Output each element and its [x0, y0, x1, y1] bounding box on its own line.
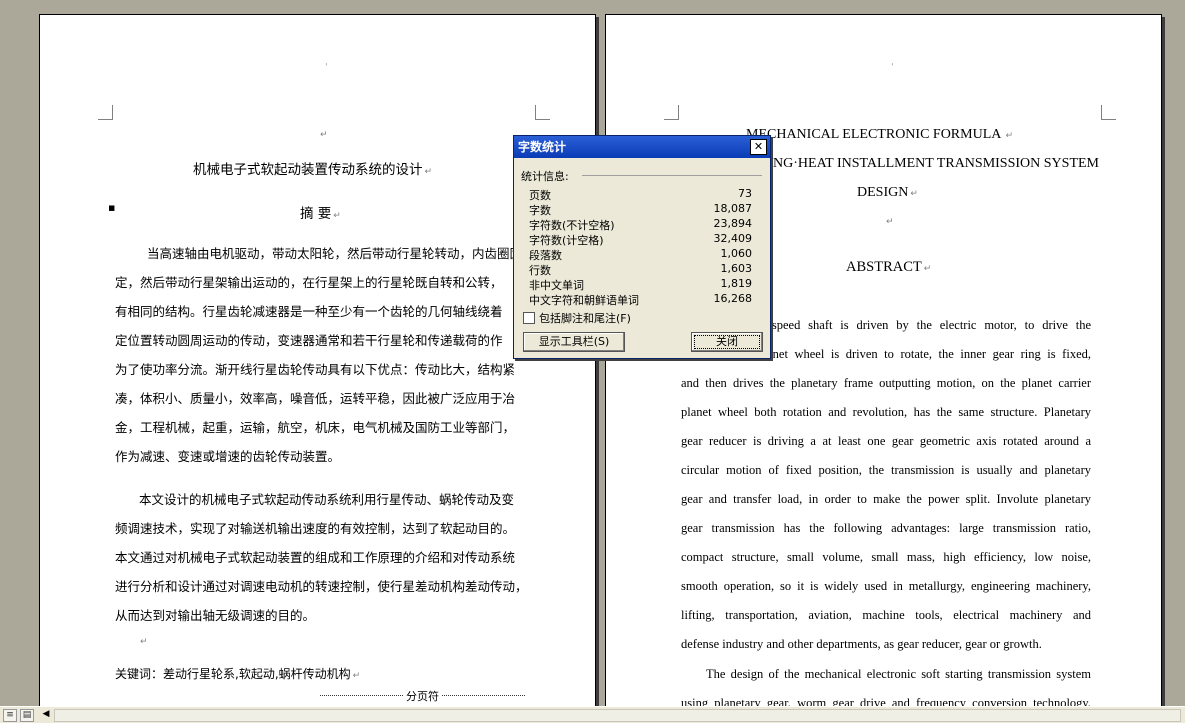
doc-title-en-line1: MECHANICAL ELECTRONIC FORMULA ↵: [746, 127, 1014, 142]
text-line: lifting, transportation, aviation, machi…: [681, 608, 1091, 622]
doc-title-en-line2: STARTING·HEAT INSTALLMENT TRANSMISSION S…: [726, 156, 1099, 171]
show-toolbar-button[interactable]: 显示工具栏(S): [523, 332, 625, 352]
stat-value: 32,409: [713, 232, 753, 245]
stat-row: 字符数(计空格) 32,409: [529, 232, 752, 247]
stat-label: 页数: [529, 189, 551, 202]
stats-group-label: 统计信息:: [521, 170, 569, 183]
stat-label: 中文字符和朝鲜语单词: [529, 294, 639, 307]
header-mark: ˌ: [325, 57, 328, 67]
text-line: gear transmission has the following adva…: [681, 521, 1091, 535]
text-line: planet wheel both rotation and revolutio…: [681, 405, 1091, 419]
stat-row: 行数 1,603: [529, 262, 752, 277]
text-line: The design of the mechanical electronic …: [706, 667, 1091, 681]
paragraph-mark: ↵: [140, 637, 148, 647]
stat-row: 字符数(不计空格) 23,894: [529, 217, 752, 232]
text-line: 本文设计的机械电子式软起动传动系统利用行星传动、蜗轮传动及变: [139, 492, 515, 507]
text-line: gear reducer is driving a at least one g…: [681, 434, 1091, 448]
text-line: 从而达到对输出轴无级调速的目的。: [115, 608, 316, 623]
stat-value: 1,060: [720, 247, 753, 260]
close-button[interactable]: 关闭: [691, 332, 763, 352]
stat-label: 字数: [529, 204, 551, 217]
stat-row: 页数 73: [529, 187, 752, 202]
text-line: smooth operation, so it is widely used i…: [681, 579, 1091, 593]
stat-label: 行数: [529, 264, 551, 277]
document-page-right[interactable]: ˌ MECHANICAL ELECTRONIC FORMULA ↵ STARTI…: [605, 14, 1162, 706]
stat-row: 段落数 1,060: [529, 247, 752, 262]
dialog-title: 字数统计: [518, 140, 567, 154]
paragraph-mark: ↵: [886, 217, 894, 227]
text-line: and then drives the planetary frame outp…: [681, 376, 1091, 390]
crop-mark-tr: [1101, 105, 1116, 120]
stat-row: 字数 18,087: [529, 202, 752, 217]
scroll-left-arrow-icon[interactable]: ◀: [40, 708, 52, 721]
text-line: 金，工程机械，起重，运输，航空，机床，电气机械及国防工业等部门，: [115, 420, 516, 435]
page-break-marker: 分页符: [320, 690, 525, 706]
text-line: gear and transfer load, in order to make…: [681, 492, 1091, 506]
text-line: 当高速轴由电机驱动，带动太阳轮，然后带动行星轮转动，内齿圈固: [147, 246, 523, 261]
crop-mark-tr: [535, 105, 550, 120]
keywords-line: 关键词：差动行星轮系,软起动,蜗杆传动机构 ↵: [115, 667, 361, 681]
close-icon[interactable]: ✕: [750, 139, 767, 155]
text-line: defense industry and other departments, …: [681, 637, 1042, 651]
stat-value: 16,268: [713, 292, 753, 305]
stat-row: 非中文单词 1,819: [529, 277, 752, 292]
paragraph-mark: ↵: [320, 130, 328, 140]
web-view-icon[interactable]: ▤: [20, 709, 34, 722]
stat-value: 18,087: [713, 202, 753, 215]
abstract-heading-en: ABSTRACT ↵: [846, 259, 932, 275]
text-line: circular motion of fixed position, the t…: [681, 463, 1091, 477]
group-divider: [582, 175, 762, 176]
text-line: 有相同的结构。行星齿轮减速器是一种至少有一个齿轮的几何轴线绕着: [115, 304, 503, 319]
doc-title-cn: 机械电子式软起动装置传动系统的设计 ↵: [193, 162, 433, 178]
text-line: using planetary gear, worm gear drive an…: [681, 696, 1091, 706]
text-line: 定，然后带动行星架输出运动的，在行星架上的行星轮既自转和公转，: [115, 275, 503, 290]
include-footnotes-label[interactable]: 包括脚注和尾注(F): [539, 310, 631, 326]
text-line: 为了使功率分流。渐开线行星齿轮传动具有以下优点：传动比大，结构紧: [115, 362, 516, 377]
doc-title-en-line3: DESIGN ↵: [857, 185, 918, 200]
abstract-heading-cn: 摘 要 ↵: [300, 206, 341, 222]
dialog-titlebar[interactable]: 字数统计 ✕: [514, 136, 770, 158]
text-line: 本文通过对机械电子式软起动装置的组成和工作原理的介绍和对传动系统: [115, 550, 516, 565]
stat-value: 1,819: [720, 277, 753, 290]
horizontal-scrollbar[interactable]: [54, 709, 1181, 722]
document-page-left[interactable]: ˌ ↵ 机械电子式软起动装置传动系统的设计 ↵ ▪ 摘 要 ↵ 当高速轴由电机驱动，…: [39, 14, 596, 706]
stat-row: 中文字符和朝鲜语单词 16,268: [529, 292, 752, 307]
bottom-bar: ≡ ▤ ◀: [0, 706, 1185, 723]
normal-view-icon[interactable]: ≡: [3, 709, 17, 722]
text-line: 进行分析和设计通过对调速电动机的转速控制，使行星差动机构差动传动，: [115, 579, 528, 594]
text-line: 凑，体积小、质量小，效率高，噪音低，运转平稳，因此被广泛应用于冶: [115, 391, 516, 406]
stat-value: 73: [738, 187, 752, 200]
text-line: 定位置转动圆周运动的传动，变速器通常和若干行星轮和传递载荷的作: [115, 333, 503, 348]
text-line: 频调速技术，实现了对输送机输出速度的有效控制，达到了软起动目的。: [115, 521, 516, 536]
stat-label: 段落数: [529, 249, 562, 262]
bullet-dot: ▪: [108, 201, 116, 214]
word-count-dialog: 字数统计 ✕ 统计信息: 页数 73 字数 18,087 字符数(不计空格) 23,894…: [513, 135, 771, 359]
stat-value: 23,894: [713, 217, 753, 230]
include-footnotes-checkbox[interactable]: [523, 312, 535, 324]
text-line: compact structure, small volume, small m…: [681, 550, 1091, 564]
stat-label: 非中文单词: [529, 279, 584, 292]
crop-mark-tl: [664, 105, 679, 120]
header-mark: ˌ: [891, 57, 894, 67]
stat-label: 字符数(不计空格): [529, 219, 615, 232]
text-line: 作为减速、变速或增速的齿轮传动装置。: [115, 449, 341, 464]
stat-value: 1,603: [720, 262, 753, 275]
crop-mark-tl: [98, 105, 113, 120]
stat-label: 字符数(计空格): [529, 234, 604, 247]
